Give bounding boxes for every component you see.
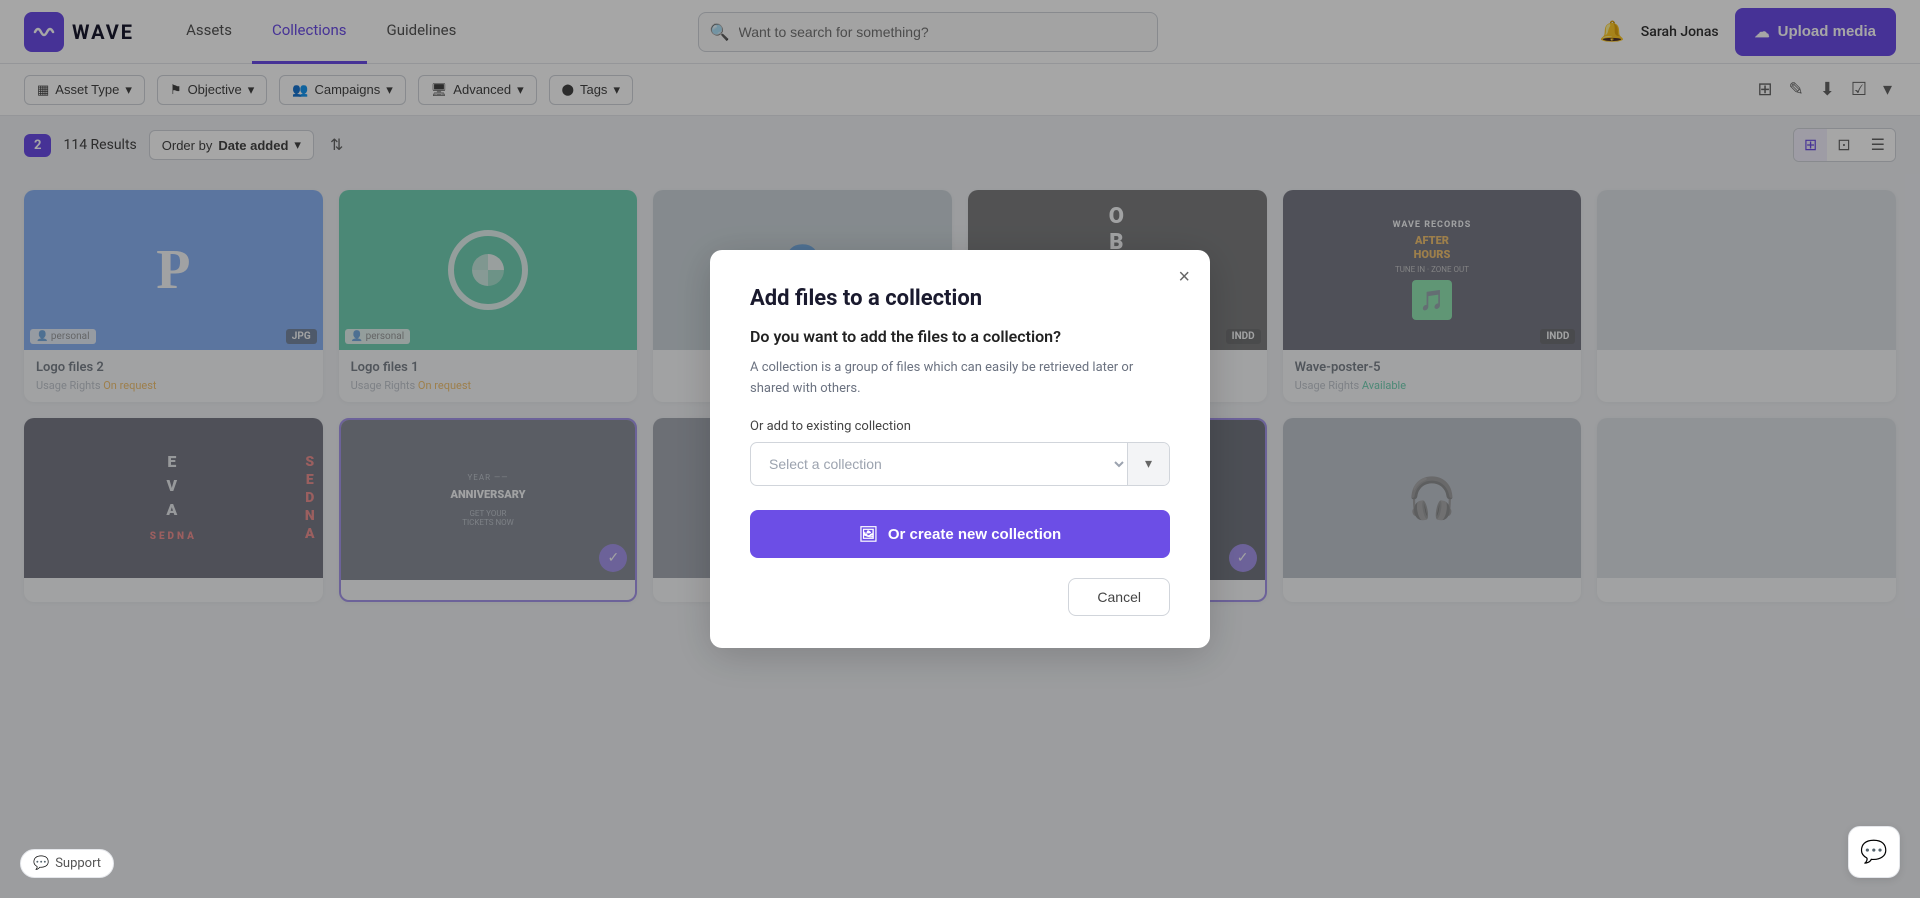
collection-icon: 🖼 [859,525,878,543]
add-to-collection-modal: × Add files to a collection Do you want … [710,250,1210,649]
modal-close-button[interactable]: × [1178,266,1190,289]
modal-description: A collection is a group of files which c… [750,358,1170,400]
support-chat: 💬 Support [20,849,114,878]
chat-icon: 💬 [33,856,49,871]
chat-bubble-icon: 💬 [1860,840,1887,865]
modal-overlay[interactable]: × Add files to a collection Do you want … [0,0,1920,898]
modal-title: Add files to a collection [750,286,1170,311]
modal-actions: Cancel [750,578,1170,616]
collection-select-wrap: Select a collection ▾ [750,442,1170,486]
cancel-button[interactable]: Cancel [1068,578,1170,616]
existing-collection-label: Or add to existing collection [750,419,1170,434]
modal-question: Do you want to add the files to a collec… [750,327,1170,346]
create-new-collection-button[interactable]: 🖼 Or create new collection [750,510,1170,558]
select-arrow-icon: ▾ [1127,443,1169,485]
collection-select[interactable]: Select a collection [751,443,1127,485]
support-button[interactable]: 💬 Support [20,849,114,878]
chat-widget-button[interactable]: 💬 [1848,826,1900,878]
